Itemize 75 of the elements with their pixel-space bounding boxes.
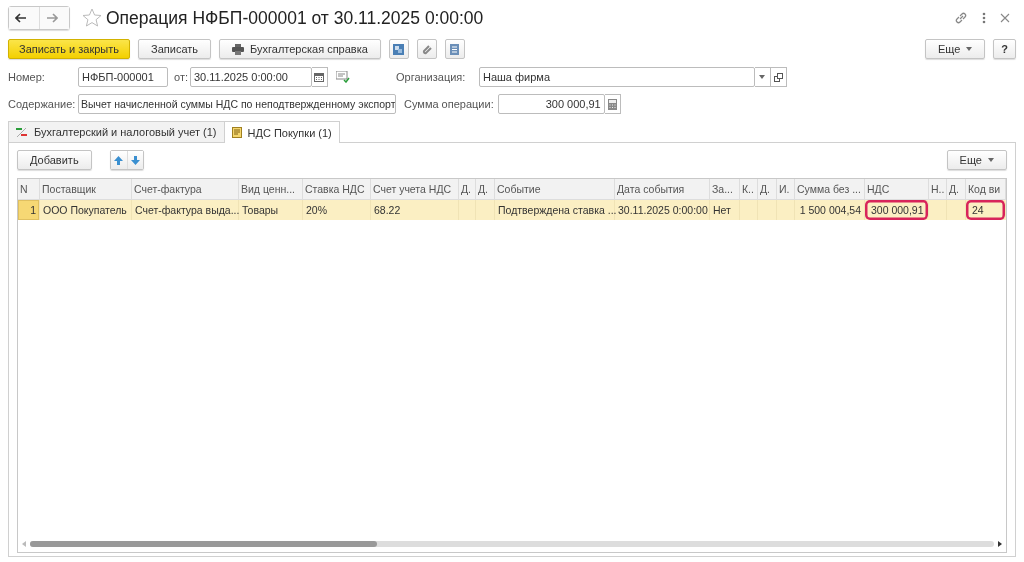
move-up-icon[interactable] [110,151,127,169]
table-cell: Счет-фактура выда... [132,200,239,220]
table-cell: 30.11.2025 0:00:00 [615,200,710,220]
column-header[interactable]: Д. [476,179,495,199]
caret-icon [988,158,994,162]
column-header[interactable]: Д. [947,179,966,199]
calendar-icon[interactable] [312,67,328,87]
table-cell: Подтверждена ставка ... [495,200,615,220]
paperclip-icon[interactable] [416,39,437,59]
column-header[interactable]: За... [710,179,740,199]
close-icon[interactable] [1000,13,1010,23]
add-button[interactable]: Добавить [17,150,92,170]
column-header[interactable]: Дата события [615,179,710,199]
number-field[interactable]: НФБП-000001 [78,67,168,87]
print-button[interactable]: Бухгалтерская справка [219,39,381,59]
column-header[interactable]: Счет учета НДС [371,179,459,199]
field-label: Содержание: [8,98,77,110]
more-button[interactable]: Еще [924,39,986,59]
column-header[interactable]: Ставка НДС [303,179,371,199]
column-header[interactable]: Событие [495,179,615,199]
dropdown-button[interactable] [755,67,771,87]
back-button[interactable] [9,7,39,29]
column-header[interactable]: НДС [865,179,929,199]
table-cell: 24 [966,200,1006,220]
printer-icon [232,43,245,55]
more-icon[interactable] [982,11,986,25]
window-title: Операция НФБП-000001 от 30.11.2025 0:00:00 [106,7,484,29]
more-button[interactable]: Еще [946,150,1007,170]
table-cell: 1 [18,200,40,220]
table-row[interactable]: 1 ООО Покупатель Счет-фактура выда... Товары 20% 68.22 Подтверждена ставка ...30.11.2025 0:00:00 Нет 1 500 004,54 300 000,91 24 [18,200,1006,220]
column-header[interactable]: Поставщик [40,179,132,199]
content-field[interactable]: Вычет начисленной суммы НДС по неподтвержденному экспорт [78,94,396,114]
organization-field[interactable]: Наша фирма [479,67,755,87]
list-check-icon[interactable] [336,71,350,83]
column-header[interactable]: Код ви [966,179,1006,199]
date-field[interactable]: 30.11.2025 0:00:00 [190,67,312,87]
column-header[interactable]: И. [777,179,795,199]
caret-icon [966,47,973,51]
table-cell: ООО Покупатель [40,200,132,220]
table-cell: 1 500 004,54 [795,200,865,220]
table-cell: Товары [239,200,303,220]
star-icon[interactable] [82,8,102,28]
amount-field[interactable]: 300 000,91 [497,94,605,114]
document-icon [231,127,242,138]
help-button[interactable]: ? [993,39,1016,59]
tab[interactable]: Бухгалтерский и налоговый учет (1) [8,121,225,142]
field-label: Сумма операции: [404,98,494,110]
caret-icon [759,75,766,79]
debit-credit-icon [16,126,28,138]
column-header[interactable]: Счет-фактура [132,179,239,199]
calculator-icon[interactable] [604,94,621,114]
save-button[interactable]: Записать [138,39,212,59]
table-cell: 20% [303,200,371,220]
arrow-left-icon [15,13,27,23]
table-cell: 68.22 [371,200,459,220]
column-header[interactable]: Д. [758,179,777,199]
column-header[interactable]: N [18,179,40,199]
column-header[interactable]: К.. [740,179,758,199]
field-label: Организация: [396,71,467,83]
column-header[interactable]: Н.. [929,179,947,199]
structure-icon[interactable] [388,39,409,59]
document-icon[interactable] [444,39,465,59]
table-cell: 300 000,91 [865,200,929,220]
field-label: Номер: [8,71,46,83]
table-cell: Нет [710,200,740,220]
column-header[interactable]: Сумма без ... [795,179,865,199]
field-label: от: [174,71,188,83]
arrow-right-icon [45,13,58,23]
save-and-close-button[interactable]: Записать и закрыть [8,39,131,59]
link-icon[interactable] [954,11,968,25]
tab[interactable]: НДС Покупки (1) [223,121,340,143]
scroll-right-icon[interactable] [998,541,1002,547]
scroll-left-icon[interactable] [22,541,26,547]
column-header[interactable]: Вид ценн... [239,179,303,199]
column-header[interactable]: Д. [459,179,476,199]
